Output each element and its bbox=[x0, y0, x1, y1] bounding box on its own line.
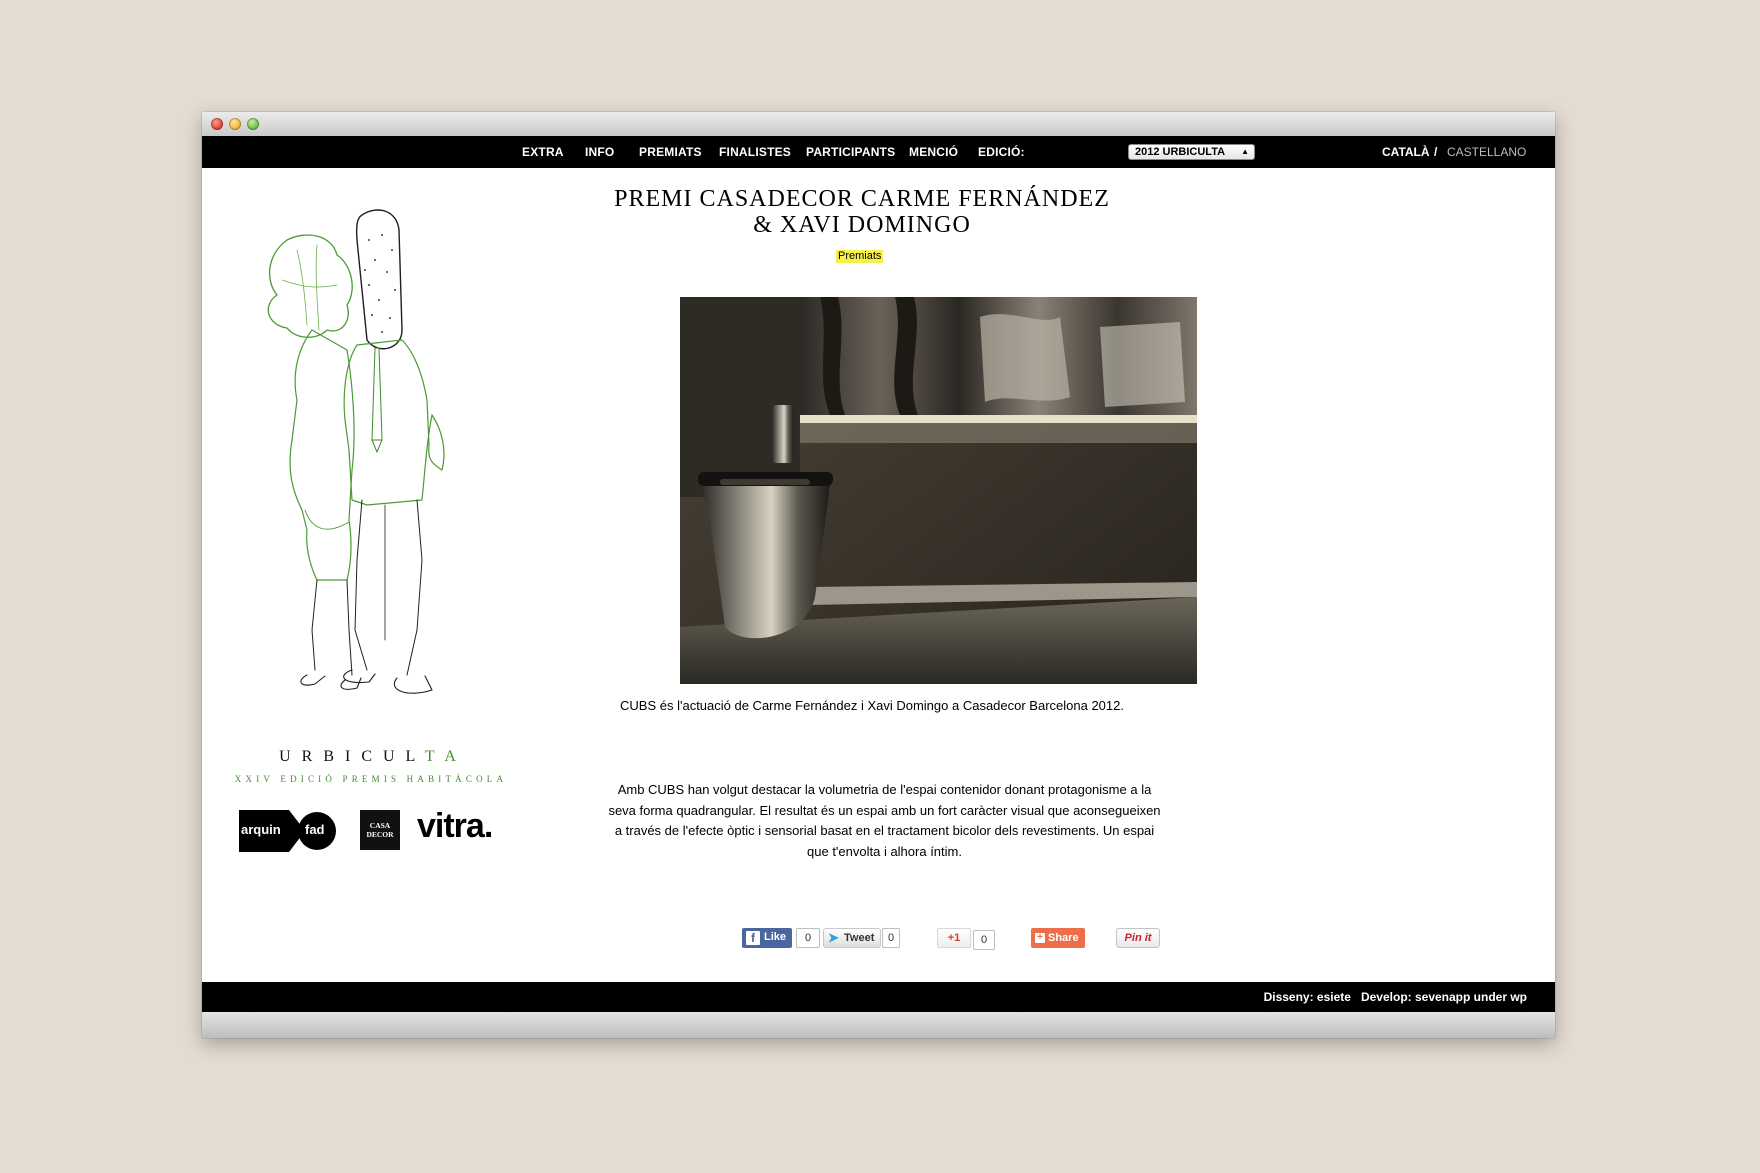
nav-item-premiats[interactable]: PREMIATS bbox=[639, 136, 702, 168]
lang-separator: / bbox=[1434, 145, 1438, 159]
lang-catala-link[interactable]: CATALÀ bbox=[1382, 136, 1430, 168]
window-titlebar bbox=[202, 112, 1555, 137]
edition-select-value: 2012 URBICULTA bbox=[1135, 146, 1226, 158]
share-button[interactable]: + Share bbox=[1031, 928, 1085, 948]
brand-name-green: TA bbox=[424, 748, 467, 765]
tweet-count: 0 bbox=[882, 928, 900, 948]
like-count: 0 bbox=[796, 928, 820, 948]
select-arrows-icon: ▲ bbox=[1241, 147, 1249, 156]
brand-name: URBICULTA bbox=[228, 748, 518, 766]
post-photo[interactable] bbox=[680, 297, 1197, 684]
pinterest-pin-button[interactable]: Pin it bbox=[1116, 928, 1160, 948]
category-tag-link[interactable]: Premiats bbox=[836, 250, 884, 263]
post-caption: CUBS és l'actuació de Carme Fernández i … bbox=[620, 698, 1124, 713]
arquin-logo-text: arquin bbox=[241, 822, 281, 837]
brand-subtitle: XXIV EDICIÓ PREMIS HABITÀCOLA bbox=[234, 774, 508, 784]
gplus-count: 0 bbox=[973, 930, 995, 950]
share-plus-icon: + bbox=[1035, 933, 1045, 943]
casadecor-line2: DECOR bbox=[366, 830, 394, 839]
post-title: PREMI CASADECOR CARME FERNÁNDEZ & XAVI D… bbox=[614, 186, 1110, 238]
casadecor-logo-text: CASA DECOR bbox=[360, 821, 400, 839]
edition-label: EDICIÓ: bbox=[978, 145, 1025, 159]
edition-select[interactable]: 2012 URBICULTA ▲ bbox=[1128, 144, 1255, 160]
google-plus-button[interactable]: +1 bbox=[937, 928, 971, 948]
casadecor-logo[interactable]: CASA DECOR bbox=[360, 810, 400, 850]
top-navigation: EXTRA INFO PREMIATS FINALISTES PARTICIPA… bbox=[202, 136, 1555, 168]
browser-window: EXTRA INFO PREMIATS FINALISTES PARTICIPA… bbox=[202, 112, 1555, 1038]
casadecor-line1: CASA bbox=[369, 821, 391, 830]
site-footer: Disseny: esiete Develop: sevenapp under … bbox=[202, 982, 1555, 1012]
tweet-label: Tweet bbox=[844, 932, 875, 944]
zoom-window-button[interactable] bbox=[247, 118, 259, 130]
share-label: Share bbox=[1048, 932, 1079, 944]
urbiculta-illustration bbox=[267, 209, 445, 694]
nav-item-participants[interactable]: PARTICIPANTS bbox=[806, 136, 895, 168]
vitra-logo[interactable]: vitra. bbox=[417, 807, 493, 846]
lang-castellano-link[interactable]: CASTELLANO bbox=[1447, 136, 1526, 168]
arquin-fad-logo[interactable]: arquin fad bbox=[239, 810, 337, 852]
nav-item-info[interactable]: INFO bbox=[585, 136, 614, 168]
close-window-button[interactable] bbox=[211, 118, 223, 130]
nav-item-extra[interactable]: EXTRA bbox=[522, 136, 564, 168]
tweet-button[interactable]: ➤ Tweet bbox=[823, 928, 881, 948]
fad-logo-text: fad bbox=[305, 822, 325, 837]
window-bottom-bar bbox=[202, 1012, 1555, 1038]
facebook-icon: f bbox=[746, 931, 760, 945]
footer-credits[interactable]: Disseny: esiete Develop: sevenapp under … bbox=[1264, 982, 1527, 1012]
twitter-bird-icon: ➤ bbox=[828, 930, 839, 945]
like-label: Like bbox=[764, 931, 787, 943]
post-body: Amb CUBS han volgut destacar la volumetr… bbox=[608, 782, 1161, 859]
minimize-window-button[interactable] bbox=[229, 118, 241, 130]
brand-name-dark: URBICUL bbox=[279, 748, 425, 765]
facebook-like-button[interactable]: f Like bbox=[742, 928, 792, 948]
nav-item-mencio[interactable]: MENCIÓ bbox=[909, 136, 958, 168]
nav-item-finalistes[interactable]: FINALISTES bbox=[719, 136, 791, 168]
